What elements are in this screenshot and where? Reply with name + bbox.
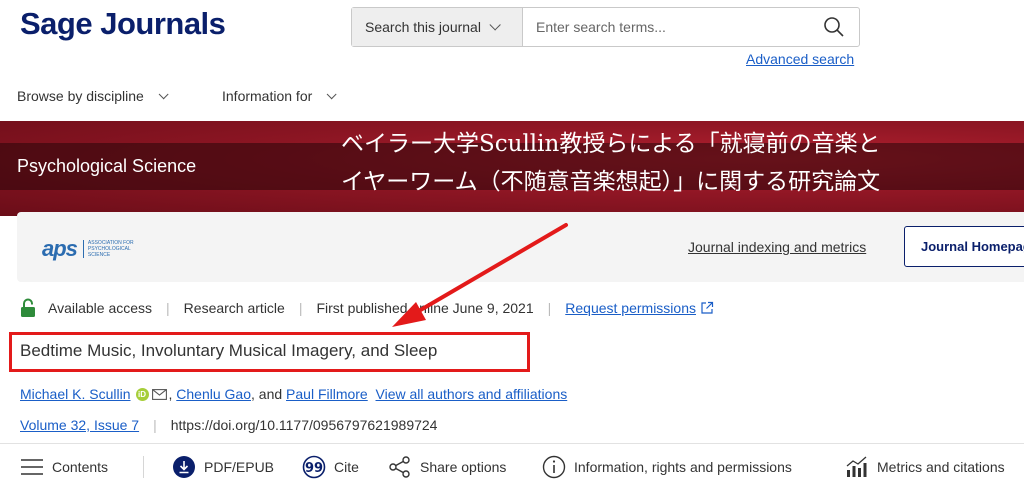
request-permissions-link[interactable]: Request permissions: [565, 300, 696, 316]
metrics-citations-label: Metrics and citations: [877, 459, 1005, 475]
contents-label: Contents: [52, 459, 109, 475]
external-link-icon: [701, 301, 714, 314]
nav-item-label: Information for: [222, 88, 313, 104]
toolbar-divider: [0, 443, 1024, 444]
share-options-button[interactable]: Share options: [388, 454, 506, 480]
journal-indexing-link[interactable]: Journal indexing and metrics: [688, 239, 866, 255]
journal-card: [17, 212, 1024, 282]
bar-chart-icon: [846, 456, 867, 477]
information-rights-label: Information, rights and permissions: [574, 459, 792, 475]
author-comma: ,: [168, 386, 177, 402]
advanced-search-link[interactable]: Advanced search: [746, 51, 854, 67]
chevron-down-icon: [326, 88, 337, 99]
author-link-fillmore[interactable]: Paul Fillmore: [286, 386, 368, 402]
download-icon: [173, 456, 195, 478]
annotation-caption-line-1: ベイラー大学Scullin教授らによる「就寝前の音楽と: [341, 131, 881, 157]
svg-text:99: 99: [305, 461, 323, 476]
nav-item-label: Browse by discipline: [17, 88, 144, 104]
journal-homepage-button[interactable]: Journal Homepage: [904, 226, 1024, 267]
article-type: Research article: [183, 300, 285, 316]
annotation-caption: ベイラー大学Scullin教授らによる「就寝前の音楽と イヤーワーム（不随意音楽…: [341, 125, 1021, 201]
search-scope-dropdown[interactable]: Search this journal: [352, 8, 523, 46]
share-options-label: Share options: [420, 459, 507, 475]
aps-logo-text: aps: [42, 236, 78, 261]
aps-logo-subtext: ASSOCIATION FOR PSYCHOLOGICAL SCIENCE: [82, 240, 153, 258]
search-input[interactable]: [523, 8, 809, 46]
pdf-epub-label: PDF/EPUB: [204, 459, 275, 475]
article-title: Bedtime Music, Involuntary Musical Image…: [20, 341, 438, 360]
view-all-authors-link[interactable]: View all authors and affiliations: [376, 386, 568, 402]
menu-icon: [21, 459, 43, 475]
meta-separator: |: [547, 300, 552, 316]
toolbar-separator: [143, 456, 144, 478]
nav-information-for[interactable]: Information for: [222, 88, 337, 104]
doi-text: https://doi.org/10.1177/0956797621989724: [170, 417, 438, 433]
contents-button[interactable]: Contents: [20, 454, 108, 480]
published-date: First published online June 9, 2021: [316, 300, 534, 316]
search-scope-label: Search this journal: [365, 19, 481, 35]
article-toolbar: Contents PDF/EPUB 99 Cite Share options: [0, 448, 1024, 486]
search-button[interactable]: [809, 8, 859, 46]
author-link-gao[interactable]: Chenlu Gao: [176, 386, 251, 402]
volume-line: Volume 32, Issue 7 | https://doi.org/10.…: [20, 417, 437, 433]
chevron-down-icon: [158, 88, 169, 99]
cite-label: Cite: [334, 459, 359, 475]
meta-separator: |: [153, 417, 157, 433]
cite-button[interactable]: 99 Cite: [302, 454, 359, 480]
volume-issue-link[interactable]: Volume 32, Issue 7: [20, 417, 139, 433]
pdf-epub-button[interactable]: PDF/EPUB: [172, 454, 274, 480]
site-header: Sage Journals Search this journal Advanc…: [0, 0, 1024, 75]
metrics-citations-button[interactable]: Metrics and citations: [845, 454, 1005, 480]
journal-name[interactable]: Psychological Science: [17, 156, 196, 177]
main-nav: Browse by discipline Information for: [0, 75, 1024, 117]
quote-icon: 99: [302, 455, 326, 479]
meta-separator: |: [298, 300, 303, 316]
author-link-scullin[interactable]: Michael K. Scullin: [20, 386, 131, 402]
author-and: and: [258, 386, 283, 402]
access-status: Available access: [48, 300, 153, 316]
aps-logo[interactable]: aps ASSOCIATION FOR PSYCHOLOGICAL SCIENC…: [42, 236, 153, 262]
info-icon: [542, 455, 566, 479]
annotation-caption-line-2: イヤーワーム（不随意音楽想起）」に関する研究論文: [341, 169, 881, 195]
sage-journals-logo[interactable]: Sage Journals: [20, 6, 226, 42]
article-meta: Available access | Research article | Fi…: [20, 297, 714, 319]
meta-separator: |: [166, 300, 170, 316]
search-bar: Search this journal: [351, 7, 860, 47]
search-icon: [824, 17, 844, 37]
chevron-down-icon: [489, 19, 501, 31]
information-rights-button[interactable]: Information, rights and permissions: [542, 454, 792, 480]
lock-open-icon: [21, 298, 35, 317]
authors-line: Michael K. Scullin iD , Chenlu Gao , and…: [20, 386, 567, 402]
author-space: [368, 386, 376, 402]
share-icon: [389, 456, 410, 478]
author-comma: ,: [251, 386, 259, 402]
mail-icon[interactable]: [151, 388, 167, 400]
nav-browse-by-discipline[interactable]: Browse by discipline: [17, 88, 169, 104]
orcid-icon[interactable]: iD: [135, 387, 149, 401]
